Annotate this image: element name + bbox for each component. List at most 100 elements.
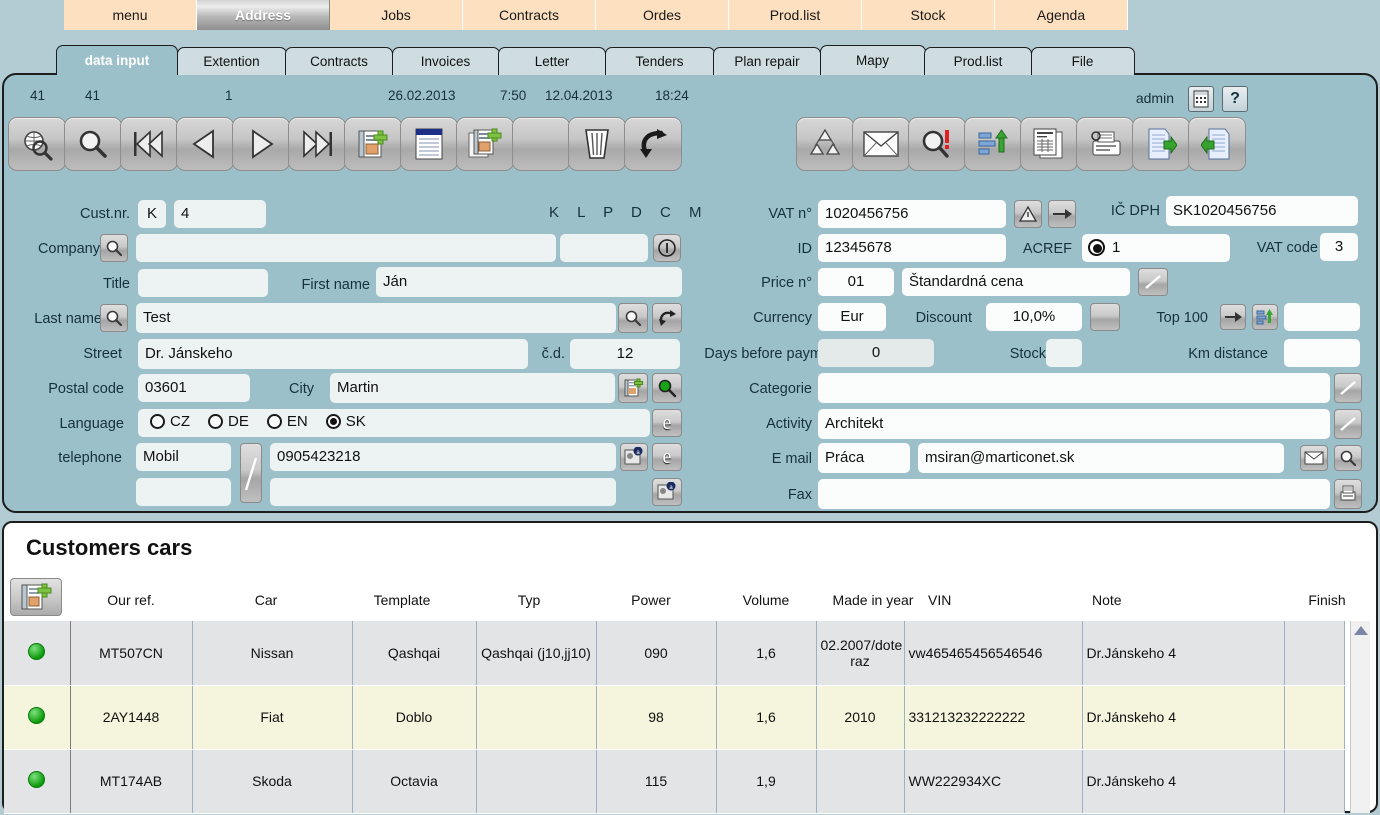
last-record-button[interactable] — [288, 117, 346, 171]
reports-button[interactable] — [1020, 117, 1078, 171]
table-row[interactable]: MT507CN Nissan Qashqai Qashqai (j10,jj10… — [4, 621, 1345, 686]
categorie-edit-icon[interactable] — [1334, 373, 1362, 403]
import-document-button[interactable] — [1132, 117, 1190, 171]
tab-tenders[interactable]: Tenders — [604, 47, 715, 75]
menu-item-jobs[interactable]: Jobs — [330, 0, 463, 30]
table-row[interactable]: 2AY1448 Fiat Doblo 98 1,6 2010 331213232… — [4, 685, 1345, 750]
recycle-button[interactable] — [796, 117, 854, 171]
first-record-button[interactable] — [120, 117, 178, 171]
cars-table-scrollbar[interactable] — [1350, 621, 1370, 813]
currency-input[interactable]: Eur — [818, 303, 886, 331]
global-search-button[interactable] — [8, 117, 66, 171]
new-record-button[interactable] — [344, 117, 402, 171]
title-input[interactable] — [138, 269, 268, 297]
company-search-icon[interactable] — [100, 234, 128, 262]
acref-radio[interactable] — [1088, 239, 1105, 256]
last-name-input[interactable]: Test — [136, 303, 616, 333]
price-nr-input[interactable]: 01 — [818, 268, 894, 296]
radio-sk[interactable] — [325, 414, 341, 429]
vat-transfer-icon[interactable] — [1048, 200, 1076, 228]
postal-code-input[interactable]: 03601 — [138, 374, 250, 402]
notes-button[interactable] — [400, 117, 458, 171]
company-input[interactable] — [136, 234, 556, 262]
menu-item-agenda[interactable]: Agenda — [995, 0, 1128, 30]
tab-data-input[interactable]: data input — [56, 45, 178, 75]
km-distance-input[interactable] — [1284, 339, 1360, 367]
street-input[interactable]: Dr. Jánskeho — [138, 339, 528, 369]
tab-mapy[interactable]: Mapy — [819, 45, 926, 75]
tab-prodlist[interactable]: Prod.list — [924, 47, 1032, 75]
email-input[interactable]: msiran@marticonet.sk — [918, 443, 1284, 473]
table-row[interactable]: MT174AB Skoda Octavia 115 1,9 WW222934XC… — [4, 749, 1345, 814]
delete-button[interactable] — [568, 117, 626, 171]
row-status-cell[interactable] — [4, 621, 71, 686]
discount-options-button[interactable] — [1090, 303, 1120, 331]
id-input[interactable]: 12345678 — [818, 234, 1006, 262]
email-type-input[interactable]: Práca — [818, 443, 910, 473]
discount-input[interactable]: 10,0% — [986, 303, 1082, 331]
tab-plan-repair[interactable]: Plan repair — [713, 47, 821, 75]
refresh-undo-button[interactable] — [624, 117, 682, 171]
menu-item-address[interactable]: Address — [197, 0, 330, 30]
add-car-button[interactable] — [10, 578, 62, 616]
send-email-icon[interactable] — [1300, 445, 1328, 471]
days-before-paym-input[interactable]: 0 — [818, 339, 934, 367]
top100-transfer-icon[interactable] — [1220, 304, 1246, 330]
first-name-input[interactable]: Ján — [376, 267, 682, 297]
export-document-button[interactable] — [1188, 117, 1246, 171]
tab-file[interactable]: File — [1030, 47, 1135, 75]
row-status-cell[interactable] — [4, 749, 71, 814]
menu-item-ordes[interactable]: Ordes — [596, 0, 729, 30]
scroll-up-arrow-icon[interactable] — [1353, 626, 1368, 635]
fax-print-icon[interactable] — [1334, 479, 1362, 509]
tab-contracts[interactable]: Contracts — [285, 47, 393, 75]
calendar-icon[interactable] — [1188, 86, 1214, 112]
menu-item-stock[interactable]: Stock — [862, 0, 995, 30]
top100-chart-icon[interactable] — [1252, 304, 1278, 330]
tab-extention[interactable]: Extention — [176, 47, 287, 75]
cust-nr-prefix[interactable]: K — [138, 200, 166, 228]
activity-edit-icon[interactable] — [1334, 409, 1362, 439]
info-icon[interactable] — [653, 234, 681, 262]
cust-nr-value[interactable]: 4 — [174, 200, 266, 228]
last-name-search-icon[interactable] — [100, 304, 128, 332]
city-input[interactable]: Martin — [330, 373, 615, 403]
vat-nr-input[interactable]: 1020456756 — [818, 200, 1006, 228]
top100-input[interactable] — [1284, 303, 1360, 331]
email-button[interactable] — [852, 117, 910, 171]
phone-contact-icon-2[interactable]: a — [652, 478, 682, 506]
menu-item-prodlist[interactable]: Prod.list — [729, 0, 862, 30]
radio-en[interactable] — [266, 414, 282, 429]
previous-record-button[interactable] — [176, 117, 234, 171]
radio-cz[interactable] — [150, 414, 165, 429]
price-edit-icon[interactable] — [1138, 268, 1168, 296]
phone-edit-icon[interactable]: e — [652, 443, 682, 471]
phone-value-1-input[interactable]: 0905423218 — [270, 443, 616, 471]
phone-value-2-input[interactable] — [270, 478, 616, 506]
phone-type-2-input[interactable] — [136, 478, 231, 506]
categorie-input[interactable] — [818, 373, 1330, 403]
price-name-input[interactable]: Štandardná cena — [902, 268, 1130, 296]
search-alert-button[interactable] — [908, 117, 966, 171]
radio-de[interactable] — [208, 414, 223, 429]
company-extra-input[interactable] — [560, 234, 648, 262]
menu-item-menu[interactable]: menu — [64, 0, 197, 30]
vat-warning-icon[interactable] — [1014, 200, 1042, 228]
fax-machine-button[interactable] — [1076, 117, 1134, 171]
row-status-cell[interactable] — [4, 685, 71, 750]
stock-input[interactable] — [1046, 339, 1082, 367]
tab-invoices[interactable]: Invoices — [391, 47, 500, 75]
duplicate-record-button[interactable] — [456, 117, 514, 171]
menu-item-contracts[interactable]: Contracts — [463, 0, 596, 30]
phone-split-handle[interactable] — [240, 443, 262, 503]
vat-code-input[interactable]: 3 — [1320, 233, 1358, 261]
last-name-refresh-icon[interactable] — [652, 303, 682, 333]
house-nr-input[interactable]: 12 — [570, 339, 680, 369]
next-record-button[interactable] — [232, 117, 290, 171]
ic-dph-input[interactable]: SK1020456756 — [1166, 196, 1358, 226]
email-search-icon[interactable] — [1334, 445, 1362, 471]
language-edit-icon[interactable]: e — [652, 409, 682, 437]
export-chart-button[interactable] — [964, 117, 1022, 171]
city-map-search-icon[interactable] — [652, 373, 682, 403]
city-new-icon[interactable] — [618, 373, 648, 403]
